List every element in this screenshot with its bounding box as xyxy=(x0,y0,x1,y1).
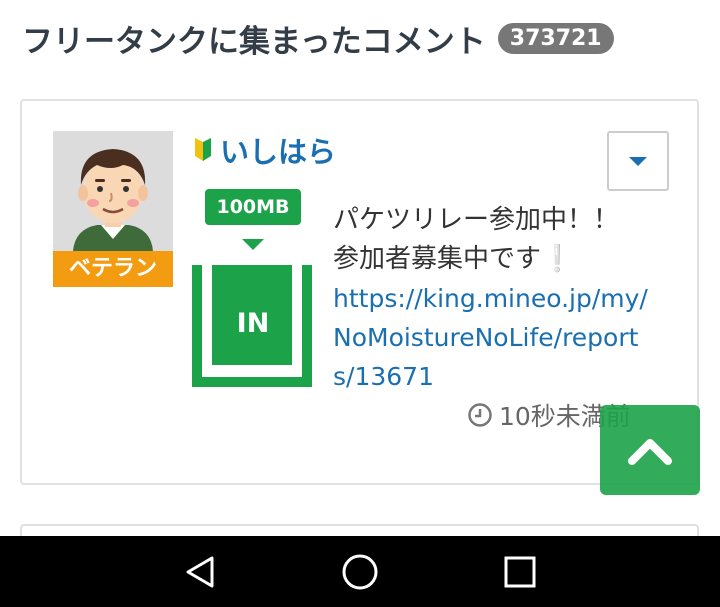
comment-count-badge: 373721 xyxy=(497,22,614,54)
avatar[interactable] xyxy=(53,131,173,251)
page: フリータンクに集まったコメント 373721 ベテラン いしはら 100MB I… xyxy=(0,0,720,607)
comment-card: ベテラン いしはら 100MB IN パケツリレー参加中！！ 参加者募集中です❕… xyxy=(20,99,699,485)
recents-icon xyxy=(504,556,536,587)
nav-back-button[interactable] xyxy=(160,536,240,607)
arrow-down-icon xyxy=(242,239,264,250)
comment-text-line: パケツリレー参加中！！ xyxy=(333,205,620,235)
scroll-to-top-button[interactable] xyxy=(600,405,700,495)
exclamation-emoji: ❕ xyxy=(541,244,574,274)
rank-badge: ベテラン xyxy=(53,251,173,287)
beginner-mark-icon xyxy=(195,138,211,161)
comment-menu-button[interactable] xyxy=(607,131,669,191)
page-header: フリータンクに集まったコメント 373721 xyxy=(22,14,614,62)
username[interactable]: いしはら xyxy=(220,129,336,171)
nav-recents-button[interactable] xyxy=(480,536,560,607)
tank-direction-label: IN xyxy=(236,308,270,339)
back-icon xyxy=(186,556,214,587)
person-avatar-icon xyxy=(53,131,173,251)
comment-link[interactable]: https://king.mineo.jp/my/NoMoistureNoLif… xyxy=(333,279,653,396)
tank-amount-badge: 100MB xyxy=(205,189,301,225)
chevron-up-icon xyxy=(628,439,672,465)
system-navbar xyxy=(0,536,720,607)
comment-text-line: 参加者募集中です❕ xyxy=(333,240,653,279)
page-title: フリータンクに集まったコメント xyxy=(22,23,486,60)
clock-icon xyxy=(468,403,492,427)
caret-down-icon xyxy=(629,156,647,166)
nav-home-button[interactable] xyxy=(320,536,400,607)
comment-text: 参加者募集中です xyxy=(333,244,542,274)
comment-body: パケツリレー参加中！！ 参加者募集中です❕ https://king.mineo… xyxy=(333,201,653,396)
home-icon xyxy=(342,554,378,589)
